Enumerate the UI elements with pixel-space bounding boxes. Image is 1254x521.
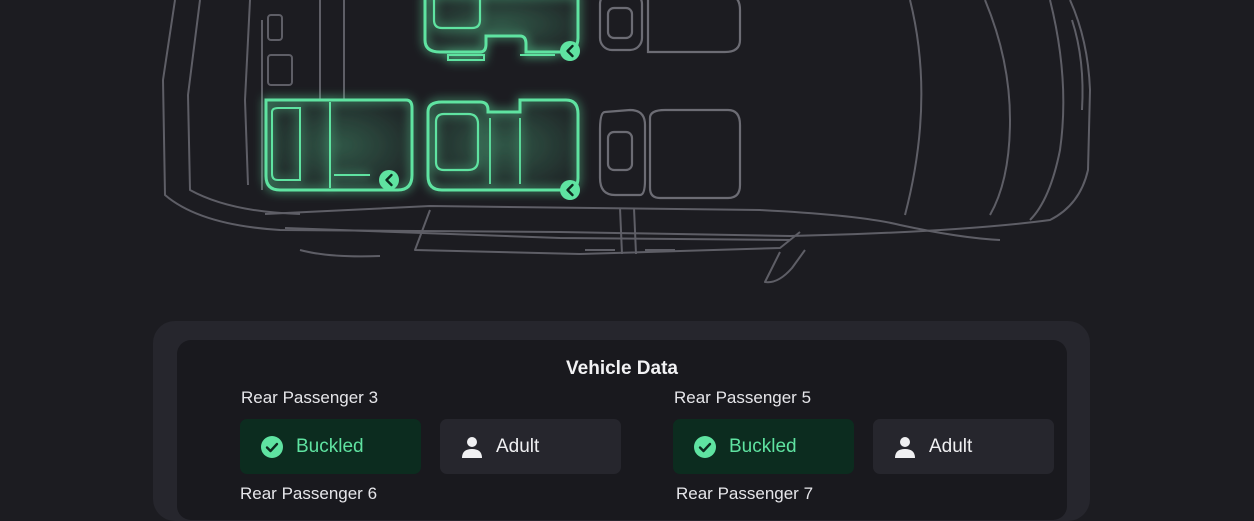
chevron-left-icon[interactable] xyxy=(560,41,580,61)
person-icon xyxy=(460,435,484,459)
check-circle-icon xyxy=(693,435,717,459)
buckled-status-chip-rear-3[interactable]: Buckled xyxy=(240,419,421,474)
seat-front-right-bottom xyxy=(598,108,742,200)
occupant-type-chip-rear-3[interactable]: Adult xyxy=(440,419,621,474)
buckled-status-chip-rear-5[interactable]: Buckled xyxy=(673,419,854,474)
seat-front-right-top xyxy=(598,0,742,54)
vehicle-seat-diagram xyxy=(162,0,1091,284)
person-icon xyxy=(893,435,917,459)
occupant-type-chip-rear-5[interactable]: Adult xyxy=(873,419,1054,474)
buckled-status-label: Buckled xyxy=(729,435,797,457)
passenger-label-rear-6: Rear Passenger 6 xyxy=(240,484,378,503)
occupant-type-label: Adult xyxy=(496,435,540,457)
buckled-status-label: Buckled xyxy=(296,435,364,457)
passenger-label-rear-5: Rear Passenger 5 xyxy=(674,388,812,407)
vehicle-data-title: Vehicle Data xyxy=(566,358,678,379)
chevron-left-icon[interactable] xyxy=(379,170,399,190)
occupant-type-label: Adult xyxy=(929,435,973,457)
passenger-label-rear-3: Rear Passenger 3 xyxy=(241,388,379,407)
chevron-left-icon[interactable] xyxy=(560,180,580,200)
seat-rear-passenger-6 xyxy=(426,98,580,192)
passenger-label-rear-7: Rear Passenger 7 xyxy=(676,484,814,503)
seat-rear-passenger-3 xyxy=(423,0,580,61)
check-circle-icon xyxy=(260,435,284,459)
